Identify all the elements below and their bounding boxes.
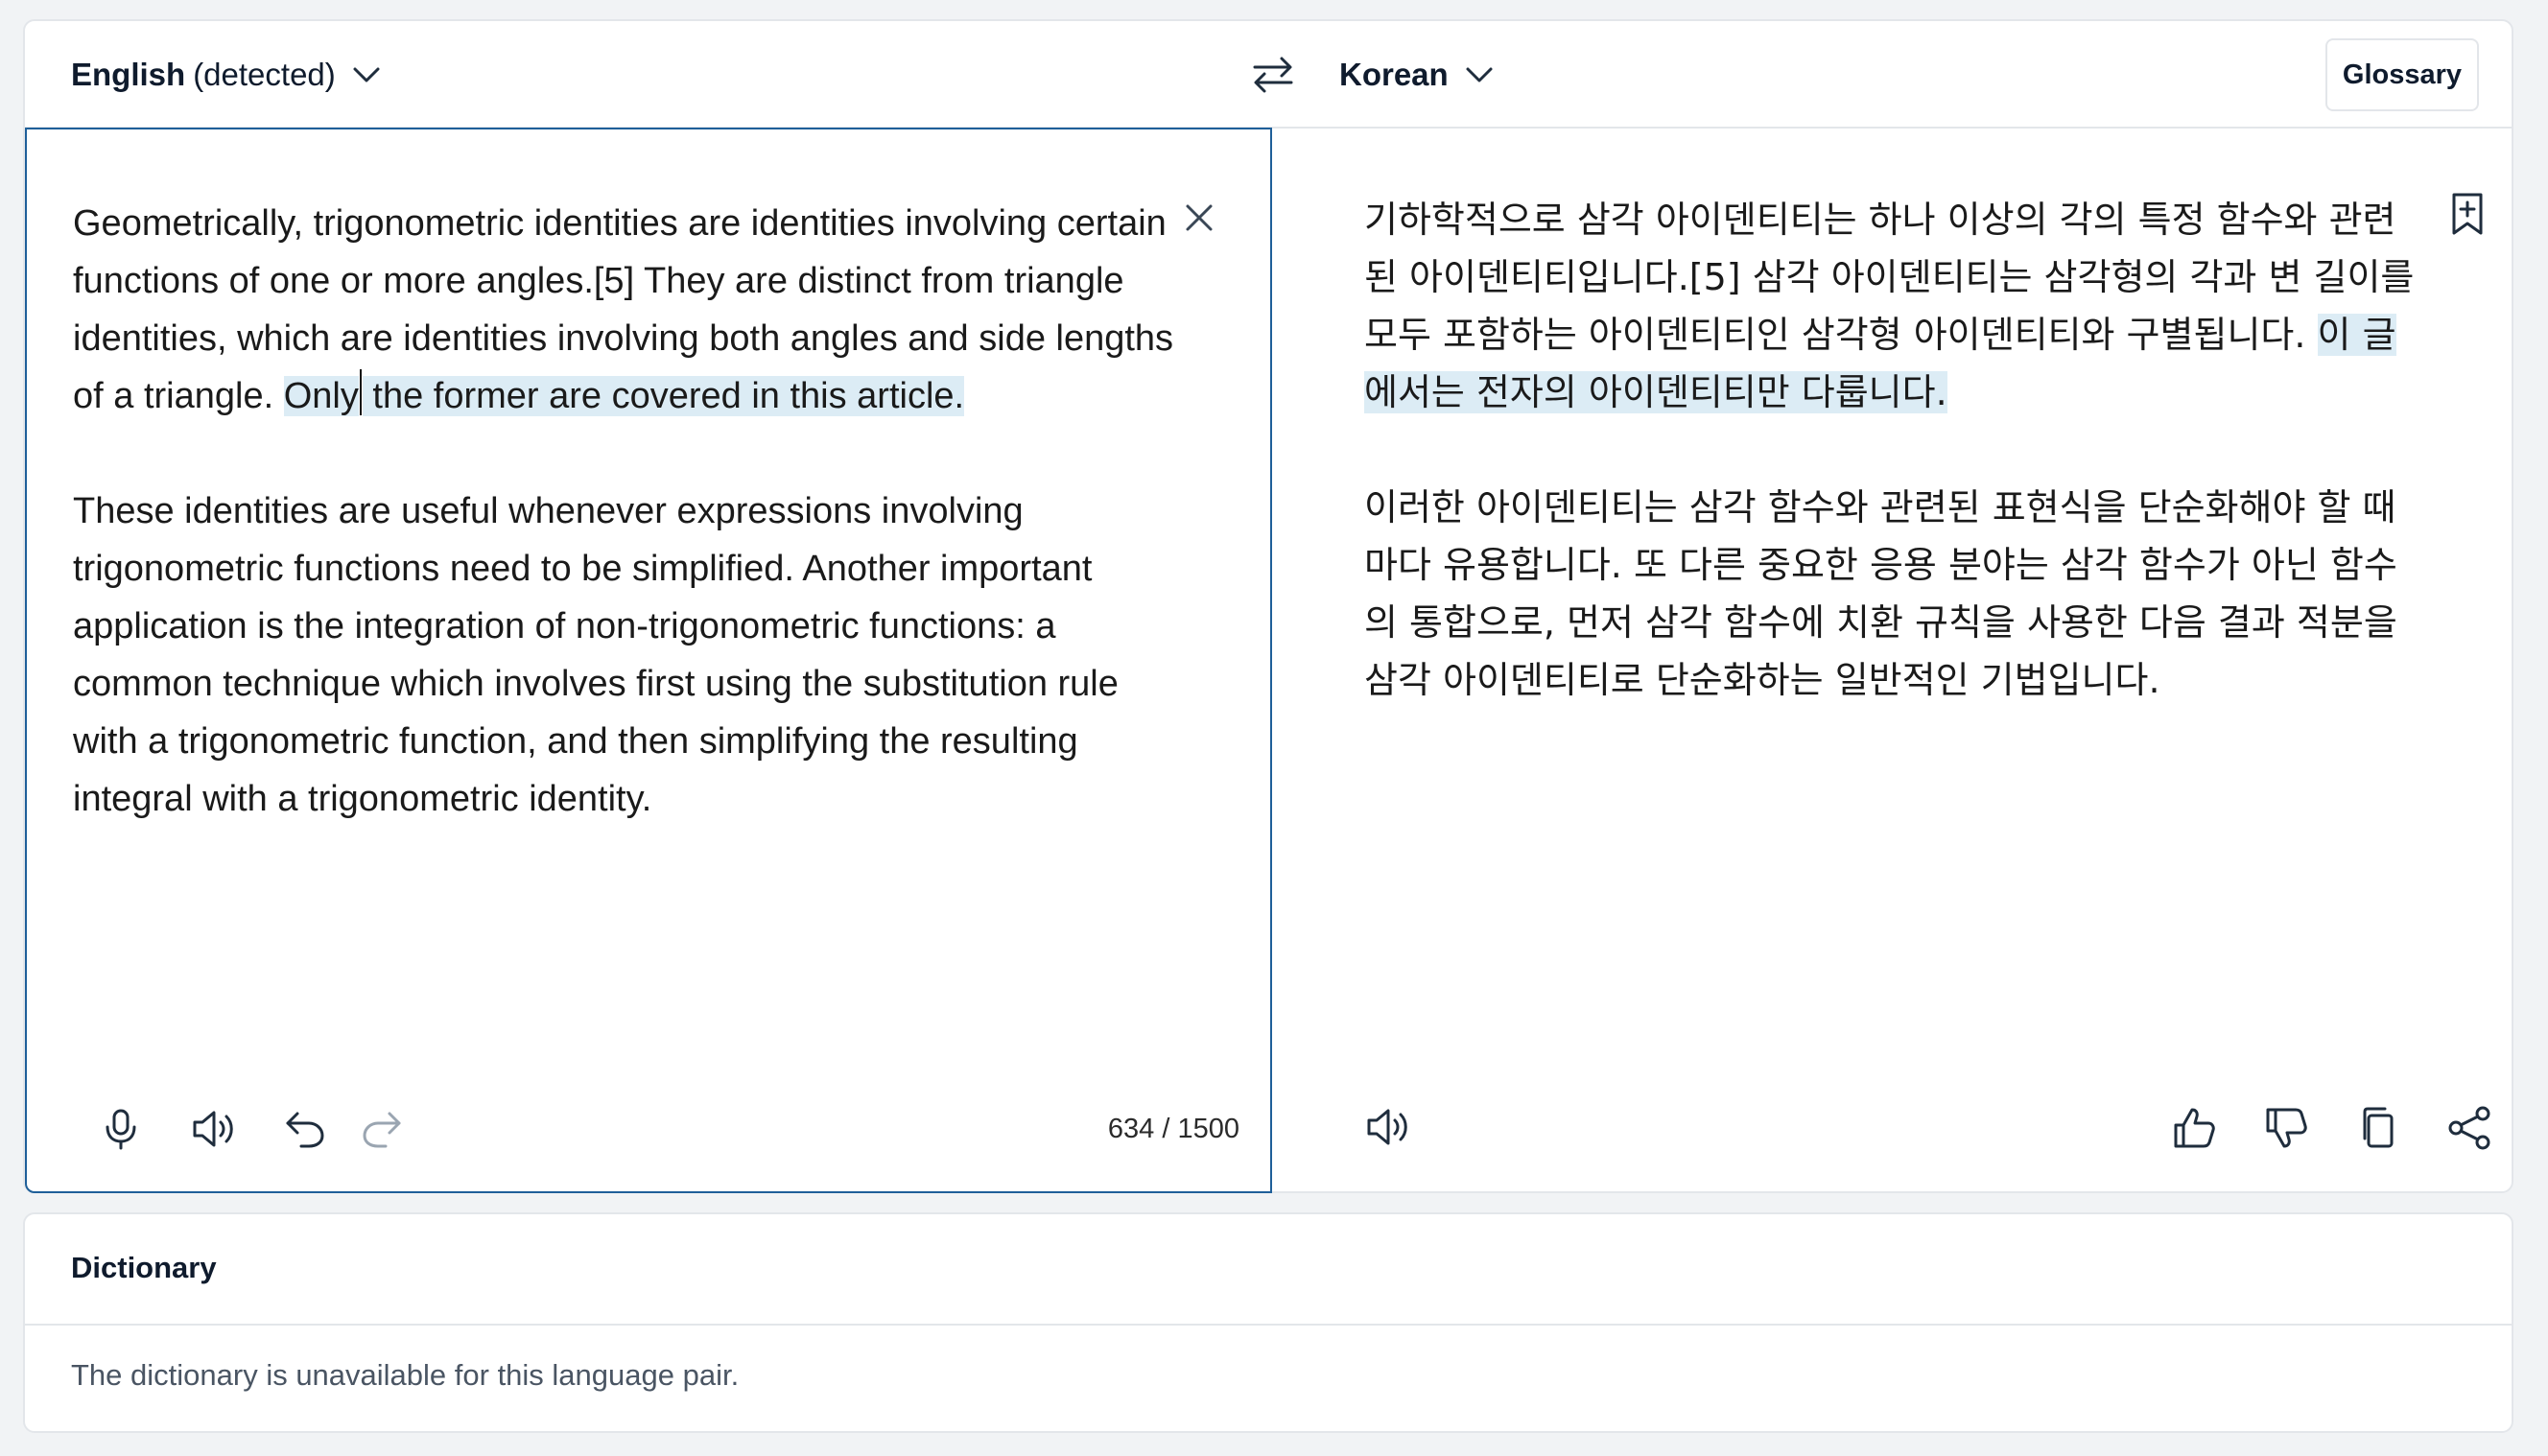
target-language-name: Korean	[1339, 57, 1449, 92]
dictionary-message: The dictionary is unavailable for this l…	[71, 1358, 740, 1392]
glossary-button[interactable]: Glossary	[2325, 38, 2479, 111]
dictionary-title: Dictionary	[71, 1251, 217, 1284]
translation-output: 기하학적으로 삼각 아이덴티티는 하나 이상의 각의 특정 함수와 관련된 아이…	[1364, 191, 2429, 766]
language-bar: English (detected) Korean Glossary	[25, 21, 2512, 129]
translator-page: English (detected) Korean Glossary Geome…	[0, 0, 2548, 1456]
chevron-down-icon	[1462, 58, 1497, 92]
source-language-selector[interactable]: English (detected)	[71, 54, 384, 96]
source-language-name: English	[71, 57, 186, 92]
text-cursor	[359, 369, 362, 415]
chevron-down-icon	[349, 58, 384, 92]
speaker-icon[interactable]	[190, 1106, 236, 1152]
thumbs-up-icon[interactable]	[2170, 1104, 2218, 1152]
character-count: 634 / 1500	[1107, 1114, 1239, 1144]
source-highlight-rest: the former are covered in this article.	[362, 376, 965, 416]
speaker-icon[interactable]	[1364, 1104, 1412, 1152]
dictionary-header: Dictionary	[25, 1214, 2512, 1326]
bookmark-add-icon[interactable]	[2446, 191, 2489, 237]
copy-icon[interactable]	[2354, 1104, 2402, 1152]
target-language-selector[interactable]: Korean	[1339, 54, 1497, 96]
translation-paragraph-2: 이러한 아이덴티티는 삼각 함수와 관련된 표현식을 단순화해야 할 때마다 유…	[1364, 486, 2397, 701]
swap-languages-icon[interactable]	[1249, 52, 1297, 98]
thumbs-down-icon[interactable]	[2262, 1104, 2310, 1152]
undo-icon[interactable]	[282, 1106, 328, 1152]
share-icon[interactable]	[2446, 1104, 2494, 1152]
redo-icon[interactable]	[359, 1106, 405, 1152]
dictionary-panel: Dictionary The dictionary is unavailable…	[23, 1212, 2513, 1433]
source-paragraph-2: These identities are useful whenever exp…	[73, 491, 1119, 819]
clear-text-icon[interactable]	[1180, 199, 1218, 237]
translation-text-plain: 기하학적으로 삼각 아이덴티티는 하나 이상의 각의 특정 함수와 관련된 아이…	[1364, 199, 2415, 356]
translator-card: English (detected) Korean Glossary Geome…	[23, 19, 2513, 1193]
translation-pane: 기하학적으로 삼각 아이덴티티는 하나 이상의 각의 특정 함수와 관련된 아이…	[1270, 128, 2512, 1193]
source-highlight-word: Only	[283, 376, 359, 416]
microphone-icon[interactable]	[98, 1106, 144, 1152]
source-paragraph-1: Geometrically, trigonometric identities …	[73, 195, 1186, 425]
source-textarea[interactable]: Geometrically, trigonometric identities …	[73, 195, 1186, 885]
detected-label: (detected)	[193, 57, 336, 92]
translation-paragraph-1: 기하학적으로 삼각 아이덴티티는 하나 이상의 각의 특정 함수와 관련된 아이…	[1364, 191, 2429, 421]
source-text-pane[interactable]: Geometrically, trigonometric identities …	[25, 128, 1272, 1193]
